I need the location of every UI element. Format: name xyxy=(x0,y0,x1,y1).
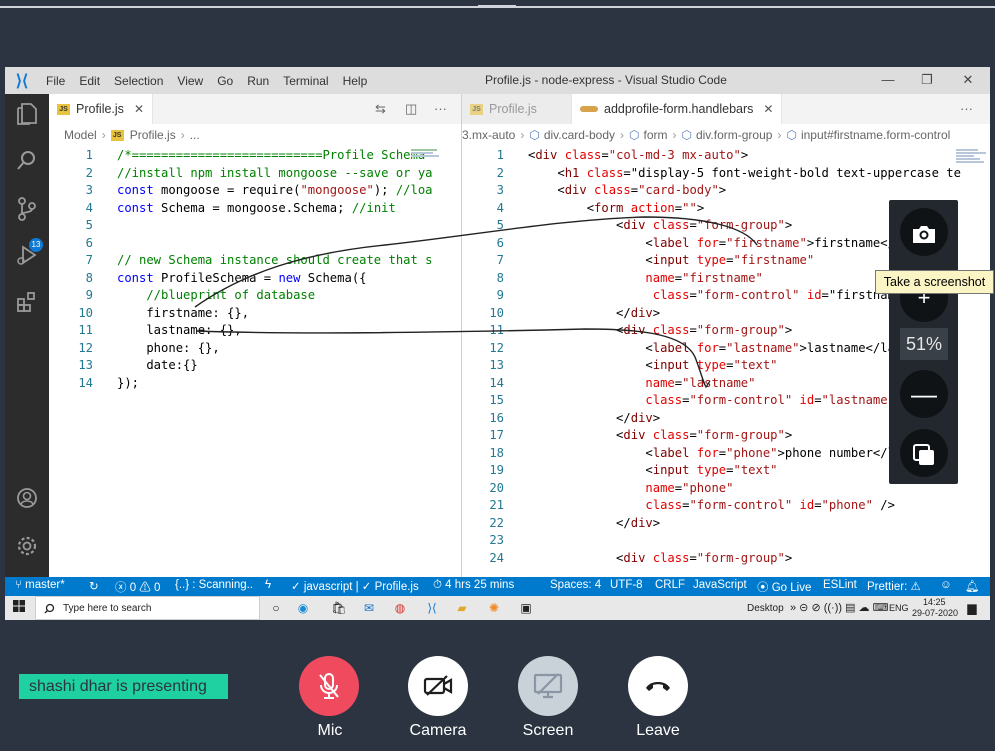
prettier-label: Prettier: xyxy=(867,581,908,593)
search-placeholder: Type here to search xyxy=(63,602,152,614)
tray-icons[interactable]: » ⊝ ⊘ ((·)) ▤ ☁ ⌨ xyxy=(790,601,888,614)
leave-button[interactable] xyxy=(628,656,688,716)
file-check: Profile.js xyxy=(374,581,419,593)
desktop-label[interactable]: Desktop xyxy=(747,603,784,614)
chrome-icon[interactable]: ◍ xyxy=(391,599,409,617)
windows-start-icon[interactable] xyxy=(10,599,28,617)
screen-share-button[interactable] xyxy=(518,656,578,716)
feedback-icon[interactable]: ☺ xyxy=(940,579,952,591)
lightning-icon: ϟ xyxy=(265,579,272,591)
language-check-status[interactable]: ✓ javascript | ✓ Profile.js xyxy=(291,579,419,593)
windows-taskbar: Type here to search ○ ◉ 🛍︎ ✉ ◍ ⟩⟨ ▰ ✺ ▣ … xyxy=(5,596,990,620)
error-count: 0 xyxy=(129,582,137,594)
annotation-drawing xyxy=(194,216,758,389)
screen-label: Screen xyxy=(522,722,574,739)
branch-status[interactable]: ⑂ master* xyxy=(15,579,65,591)
eslint-status[interactable]: ESLint xyxy=(823,579,857,591)
task-view-icon[interactable]: ○ xyxy=(267,599,285,617)
mail-icon[interactable]: ✉ xyxy=(360,599,378,617)
shared-screen: ⟩⟨ File Edit Selection View Go Run Termi… xyxy=(5,67,990,620)
time-value: 4 hrs 25 mins xyxy=(445,579,515,591)
copy-window-icon xyxy=(913,444,934,466)
warning-count: 0 xyxy=(154,582,161,594)
file-explorer-icon[interactable]: ▰ xyxy=(453,599,471,617)
scanning-status[interactable]: {..} : Scanning.. xyxy=(175,579,253,591)
mic-label: Mic xyxy=(317,722,343,739)
fit-to-screen-button[interactable] xyxy=(900,429,948,477)
camera-icon xyxy=(913,226,935,244)
zoom-out-button[interactable]: — xyxy=(900,370,948,418)
top-notch xyxy=(478,5,516,8)
zoom-level: 51% xyxy=(900,328,948,360)
zoom-panel: + 51% — xyxy=(889,200,958,484)
vscode-taskbar-icon[interactable]: ⟩⟨ xyxy=(423,599,441,617)
mic-muted-icon xyxy=(319,673,339,699)
prettier-status[interactable]: Prettier: ⚠ xyxy=(867,579,921,593)
go-live-button[interactable]: ⦿ Go Live xyxy=(757,579,811,595)
language-check: javascript xyxy=(303,581,353,593)
app-icon[interactable]: ✺ xyxy=(485,599,503,617)
go-live-label: Go Live xyxy=(771,582,812,594)
problems-status[interactable]: ⓧ 0 ⚠ 0 xyxy=(115,579,160,595)
search-icon xyxy=(44,603,55,613)
indent-status[interactable]: Spaces: 4 xyxy=(550,579,601,591)
camera-off-icon xyxy=(423,675,453,696)
language-indicator[interactable]: ENG xyxy=(889,603,909,613)
screen-share-off-icon xyxy=(533,673,563,699)
clock-date[interactable]: 29-07-2020 xyxy=(912,608,958,618)
status-bar: ⑂ master* ↻ ⓧ 0 ⚠ 0 {..} : Scanning.. ϟ … xyxy=(5,577,990,596)
branch-name: master* xyxy=(25,579,65,591)
action-center-icon[interactable]: ▆ xyxy=(963,599,981,617)
terminal-icon[interactable]: ▣ xyxy=(517,599,535,617)
eol-status[interactable]: CRLF xyxy=(655,579,685,591)
edge-icon[interactable]: ◉ xyxy=(294,599,312,617)
hang-up-icon xyxy=(646,682,670,691)
presenter-badge: shashi dhar is presenting xyxy=(19,674,228,699)
store-icon[interactable]: 🛍︎ xyxy=(330,599,348,617)
sync-icon[interactable]: ↻ xyxy=(89,579,99,593)
leave-label: Leave xyxy=(636,722,680,739)
camera-button[interactable] xyxy=(408,656,468,716)
time-tracking-status[interactable]: ⏱ 4 hrs 25 mins xyxy=(433,579,514,592)
screenshot-tooltip: Take a screenshot xyxy=(875,270,994,294)
camera-label: Camera xyxy=(409,722,467,739)
encoding-status[interactable]: UTF-8 xyxy=(610,579,643,591)
notifications-bell-icon[interactable]: 🔔︎ xyxy=(965,579,980,593)
screenshot-button[interactable] xyxy=(900,208,948,256)
clock-time[interactable]: 14:25 xyxy=(923,597,946,607)
language-mode[interactable]: JavaScript xyxy=(693,579,747,591)
taskbar-search[interactable]: Type here to search xyxy=(35,596,260,620)
mic-button[interactable] xyxy=(299,656,359,716)
